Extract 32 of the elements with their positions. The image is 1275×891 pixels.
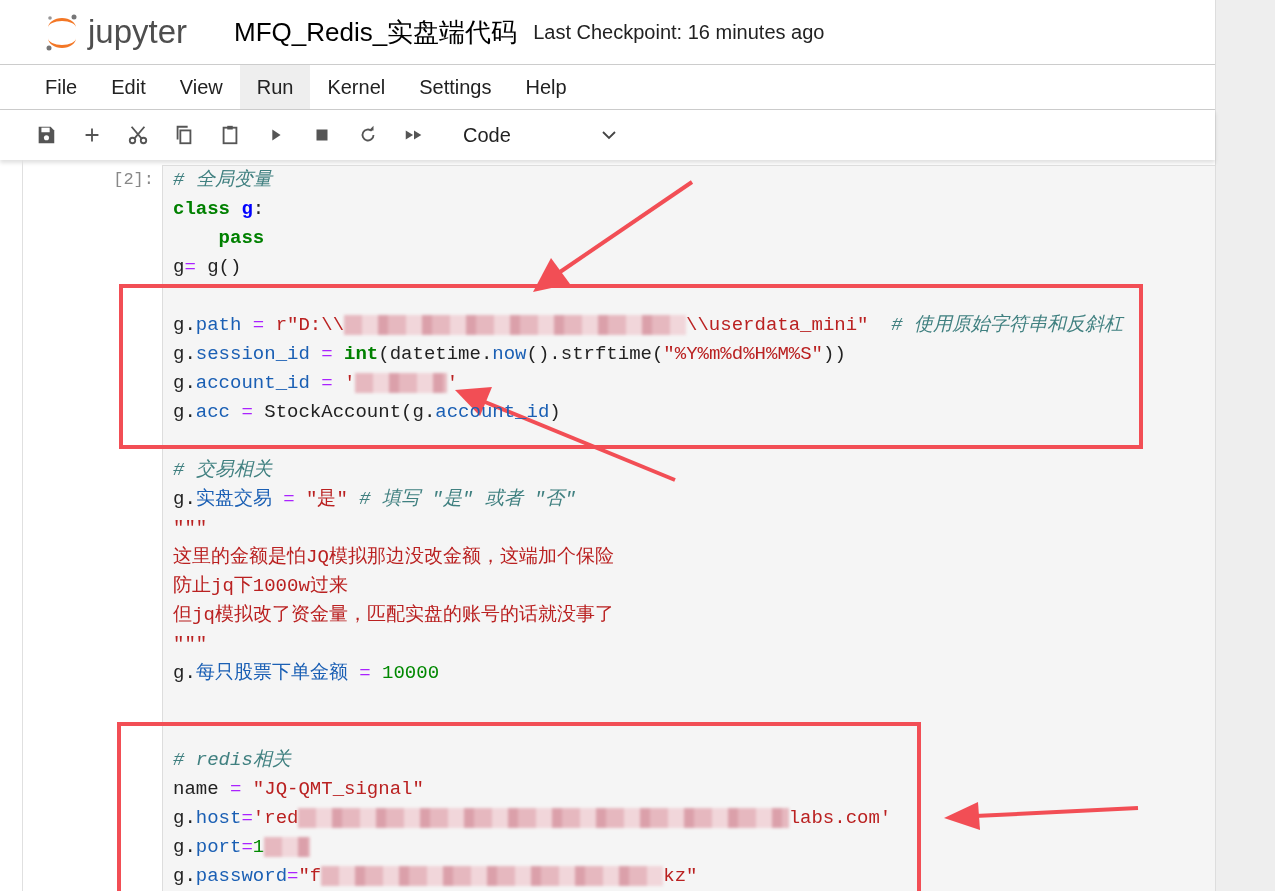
code-line: g= g(): [173, 255, 243, 280]
caret-icon: [600, 130, 617, 140]
code-line: """: [173, 516, 209, 541]
code-line: g.path = r"D:\\ \\userdata_mini" # 使用原始字符串和反斜杠: [173, 313, 1126, 338]
code-line: name = "JQ-QMT_signal": [173, 777, 425, 802]
code-line: 这里的金额是怕JQ模拟那边没改金额，这端加个保险: [173, 545, 615, 570]
code-line: g.account_id = ' ': [173, 371, 460, 396]
code-line: g.每只股票下单金额 = 10000: [173, 661, 441, 686]
code-line: class g:: [173, 197, 266, 222]
cell-prompt: [2]:: [112, 169, 155, 191]
code-line: # 交易相关: [173, 458, 274, 483]
menu-item[interactable]: View: [162, 65, 240, 109]
menu-item[interactable]: Kernel: [310, 65, 403, 109]
menu-item[interactable]: Edit: [94, 65, 163, 109]
menu-item[interactable]: File: [28, 65, 95, 109]
code-line: # 全局变量: [173, 168, 275, 193]
menu-item[interactable]: Run: [239, 65, 311, 109]
menu-item[interactable]: Help: [508, 65, 584, 109]
code-line: g.实盘交易 = "是" # 填写 "是" 或者 "否": [173, 487, 577, 512]
cell-type-dropdown[interactable]: Code: [457, 123, 623, 147]
checkpoint-status: Last Checkpoint: 16 minutes ago: [533, 20, 825, 44]
code-line: # redis相关: [173, 748, 293, 773]
code-line: """: [173, 632, 209, 657]
code-line: 但jq模拟改了资金量，匹配实盘的账号的话就没事了: [173, 603, 615, 628]
scissors-icon[interactable]: [127, 124, 149, 146]
menu-item[interactable]: Settings: [402, 65, 509, 109]
logo-text: jupyter: [88, 13, 188, 51]
code-line: g.session_id = int(datetime.now().strftime("%Y%m%d%H%M%S")): [173, 342, 847, 367]
notebook-title[interactable]: MFQ_Redis_实盘端代码: [234, 14, 518, 50]
code-line: g.port=1: [173, 833, 1215, 862]
code-line: 防止jq下1000w过来: [173, 574, 349, 599]
code-line: pass: [217, 226, 266, 251]
